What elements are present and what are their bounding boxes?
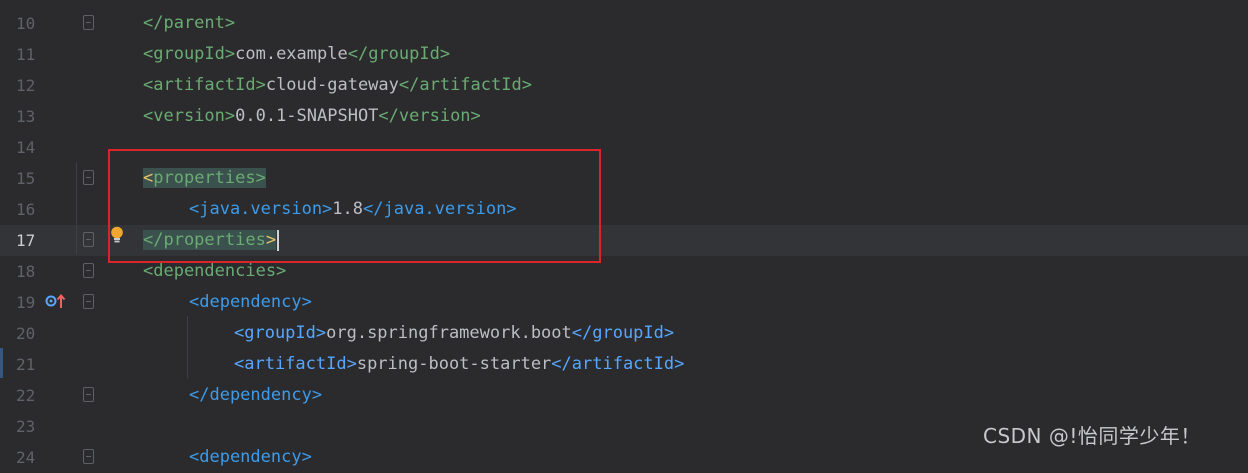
fold-icon[interactable] — [83, 387, 94, 402]
highlight-box — [108, 149, 601, 263]
code-line[interactable]: 19 <dependency> — [0, 287, 1248, 318]
override-marker-icon[interactable] — [45, 293, 67, 309]
code-line[interactable]: 10 </parent> — [0, 8, 1248, 39]
code-text: </parent> — [143, 13, 236, 33]
line-number: 21 — [16, 355, 36, 374]
indent-guide — [187, 316, 188, 378]
code-editor[interactable]: 10 </parent> 11 <groupId>com.example</group… — [0, 0, 1248, 467]
code-text: <artifactId>cloud-gateway</artifactId> — [143, 75, 532, 95]
watermark-text: CSDN @!怡同学少年！ — [983, 424, 1201, 448]
indent-guide — [76, 162, 77, 254]
line-number: 24 — [16, 448, 36, 467]
line-number: 19 — [16, 293, 36, 312]
line-number: 16 — [16, 200, 36, 219]
code-text: <dependency> — [189, 292, 312, 312]
line-number: 13 — [16, 107, 36, 126]
code-text: <dependency> — [189, 447, 312, 467]
line-number: 17 — [16, 231, 36, 250]
line-number: 20 — [16, 324, 36, 343]
fold-icon[interactable] — [83, 263, 94, 278]
code-line[interactable]: 13 <version>0.0.1-SNAPSHOT</version> — [0, 101, 1248, 132]
fold-icon[interactable] — [83, 294, 94, 309]
code-line[interactable]: 22 </dependency> — [0, 380, 1248, 411]
fold-icon[interactable] — [83, 232, 94, 247]
line-number: 22 — [16, 386, 36, 405]
line-number: 23 — [16, 417, 36, 436]
code-line[interactable]: 11 <groupId>com.example</groupId> — [0, 39, 1248, 70]
line-number: 11 — [16, 45, 36, 64]
code-text: <version>0.0.1-SNAPSHOT</version> — [143, 106, 481, 126]
line-number: 15 — [16, 169, 36, 188]
fold-icon[interactable] — [83, 449, 94, 464]
code-text: <groupId>com.example</groupId> — [143, 44, 451, 64]
fold-icon[interactable] — [83, 170, 94, 185]
lightbulb-icon[interactable] — [110, 226, 124, 244]
line-number: 18 — [16, 262, 36, 281]
code-text: <artifactId>spring-boot-starter</artifac… — [234, 354, 685, 374]
code-text: </dependency> — [189, 385, 323, 405]
code-line[interactable]: 12 <artifactId>cloud-gateway</artifactId> — [0, 70, 1248, 101]
line-number: 14 — [16, 138, 36, 157]
fold-icon[interactable] — [83, 15, 94, 30]
code-text: <groupId>org.springframework.boot</group… — [234, 323, 675, 343]
line-number: 12 — [16, 76, 36, 95]
line-number: 10 — [16, 14, 36, 33]
